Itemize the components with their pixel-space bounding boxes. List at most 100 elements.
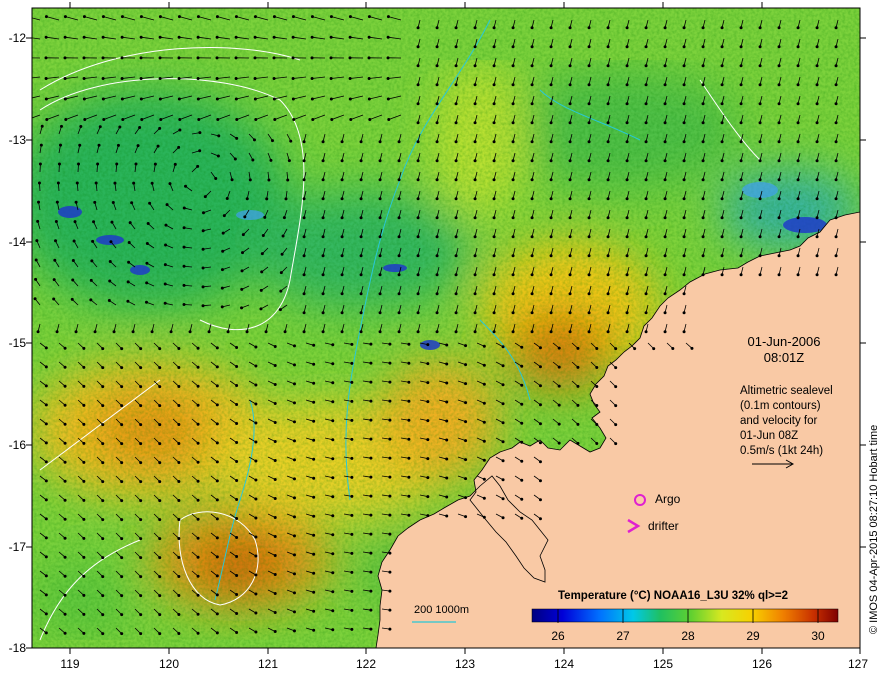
velocity-vector-head bbox=[331, 438, 335, 442]
velocity-vector-head bbox=[501, 345, 505, 349]
velocity-vector-head bbox=[331, 457, 335, 461]
velocity-vector-head bbox=[568, 26, 572, 30]
velocity-vector-head bbox=[758, 102, 762, 106]
velocity-vector-head bbox=[279, 271, 283, 275]
velocity-vector-head bbox=[701, 273, 705, 277]
velocity-vector-head bbox=[557, 365, 561, 369]
velocity-vector-head bbox=[416, 64, 420, 68]
velocity-vector-head bbox=[263, 215, 267, 219]
velocity-vector-head bbox=[595, 423, 599, 427]
velocity-vector-head bbox=[169, 330, 173, 334]
velocity-vector-head bbox=[235, 555, 239, 559]
velocity-vector-head bbox=[312, 571, 316, 575]
velocity-vector-head bbox=[606, 64, 610, 68]
velocity-vector-head bbox=[201, 247, 205, 251]
velocity-vector-head bbox=[101, 613, 105, 617]
argo-label: Argo bbox=[655, 492, 681, 506]
velocity-vector-head bbox=[482, 515, 486, 519]
velocity-vector-head bbox=[557, 441, 561, 445]
velocity-vector-head bbox=[158, 613, 162, 617]
velocity-vector-head bbox=[426, 457, 430, 461]
velocity-vector-head bbox=[163, 263, 167, 267]
velocity-vector-head bbox=[386, 35, 390, 39]
velocity-vector-head bbox=[158, 366, 162, 370]
velocity-vector-head bbox=[511, 292, 515, 296]
velocity-vector-head bbox=[234, 15, 238, 19]
velocity-vector-head bbox=[492, 121, 496, 125]
velocity-vector-head bbox=[815, 254, 819, 258]
velocity-vector-head bbox=[127, 260, 131, 264]
velocity-vector-head bbox=[359, 197, 363, 201]
velocity-vector-head bbox=[549, 330, 553, 334]
velocity-vector-head bbox=[44, 97, 48, 101]
velocity-vector-head bbox=[340, 216, 344, 220]
velocity-vector-head bbox=[426, 381, 430, 385]
velocity-vector-head bbox=[235, 384, 239, 388]
velocity-vector-head bbox=[777, 178, 781, 182]
velocity-vector-head bbox=[397, 311, 401, 315]
velocity-vector-head bbox=[777, 197, 781, 201]
velocity-vector-head bbox=[492, 311, 496, 315]
velocity-vector-head bbox=[101, 35, 105, 39]
velocity-vector-head bbox=[367, 35, 371, 39]
velocity-vector-head bbox=[435, 235, 439, 239]
velocity-vector-head bbox=[796, 83, 800, 87]
velocity-vector-head bbox=[815, 197, 819, 201]
velocity-vector-head bbox=[292, 382, 296, 386]
velocity-vector-head bbox=[388, 456, 392, 460]
velocity-vector-head bbox=[321, 254, 325, 258]
velocity-vector-head bbox=[302, 292, 306, 296]
velocity-vector-head bbox=[182, 283, 186, 287]
velocity-vector-head bbox=[369, 418, 373, 422]
velocity-vector-head bbox=[198, 149, 202, 153]
velocity-vector-head bbox=[378, 235, 382, 239]
velocity-vector-head bbox=[101, 480, 105, 484]
velocity-vector-head bbox=[378, 197, 382, 201]
velocity-vector-head bbox=[416, 121, 420, 125]
velocity-vector-head bbox=[98, 125, 102, 129]
velocity-vector-head bbox=[215, 460, 219, 464]
velocity-vector-head bbox=[595, 347, 599, 351]
velocity-vector-head bbox=[107, 299, 111, 303]
velocity-vector-head bbox=[139, 442, 143, 446]
velocity-vector-head bbox=[568, 102, 572, 106]
velocity-vector-head bbox=[235, 498, 239, 502]
velocity-vector-head bbox=[758, 254, 762, 258]
velocity-vector-head bbox=[235, 365, 239, 369]
velocity-vector-head bbox=[492, 330, 496, 334]
velocity-vector-head bbox=[350, 532, 354, 536]
velocity-vector-head bbox=[720, 121, 724, 125]
velocity-vector-head bbox=[633, 347, 637, 351]
velocity-vector-head bbox=[576, 441, 580, 445]
velocity-vector-head bbox=[834, 178, 838, 182]
velocity-vector-head bbox=[416, 140, 420, 144]
velocity-vector-head bbox=[454, 140, 458, 144]
velocity-vector-head bbox=[663, 26, 667, 30]
velocity-vector-head bbox=[682, 311, 686, 315]
velocity-vector-head bbox=[614, 385, 618, 389]
velocity-vector-head bbox=[196, 97, 200, 101]
velocity-vector-head bbox=[116, 143, 120, 147]
info-line: Altimetric sealevel bbox=[740, 385, 833, 397]
velocity-vector-head bbox=[261, 233, 265, 237]
velocity-vector-head bbox=[292, 610, 296, 614]
velocity-vector-head bbox=[614, 347, 618, 351]
velocity-vector-head bbox=[369, 399, 373, 403]
velocity-vector-head bbox=[454, 235, 458, 239]
velocity-vector-head bbox=[530, 26, 534, 30]
velocity-vector-head bbox=[196, 593, 200, 597]
velocity-vector-head bbox=[796, 26, 800, 30]
velocity-vector-head bbox=[511, 197, 515, 201]
velocity-vector-head bbox=[113, 181, 117, 185]
velocity-vector-head bbox=[397, 178, 401, 182]
velocity-vector-head bbox=[359, 311, 363, 315]
velocity-vector-head bbox=[777, 216, 781, 220]
velocity-vector-head bbox=[198, 131, 202, 135]
velocity-vector-head bbox=[79, 125, 83, 129]
velocity-vector-head bbox=[177, 15, 181, 19]
velocity-vector-head bbox=[120, 537, 124, 541]
velocity-vector-head bbox=[273, 344, 277, 348]
x-tick-label: 120 bbox=[158, 657, 180, 671]
velocity-vector-head bbox=[369, 475, 373, 479]
velocity-vector-head bbox=[538, 403, 542, 407]
